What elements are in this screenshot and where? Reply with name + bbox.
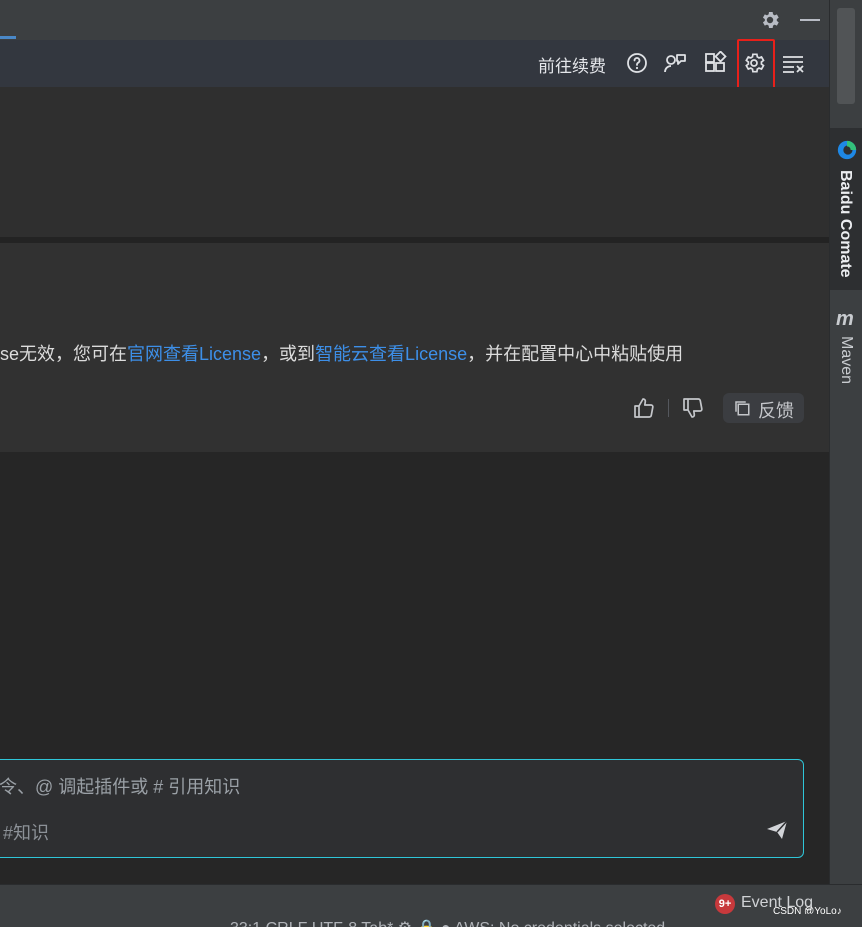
message-text-middle: ，或到: [261, 344, 316, 364]
active-tab-indicator: [0, 36, 16, 39]
feedback-separator: [668, 399, 669, 417]
status-bar: 33:1 CRLF UTF-8 Tab* ⚙ 🔒 ● AWS: No crede…: [0, 914, 862, 927]
right-tool-strip: Baidu Comate m Maven: [829, 0, 862, 884]
copy-feedback-icon: [733, 399, 751, 417]
title-bar: [0, 0, 829, 40]
highlight-box: [737, 39, 775, 89]
send-icon[interactable]: [765, 818, 789, 842]
comate-tab-label: Baidu Comate: [837, 170, 854, 278]
clear-list-icon[interactable]: [781, 52, 805, 76]
chat-input[interactable]: 令、@ 调起插件或 # 引用知识 #知识: [0, 759, 804, 858]
panel-gear-icon[interactable]: [759, 9, 781, 31]
message-text-before: se无效，您可在: [0, 344, 128, 364]
cloud-license-link[interactable]: 智能云查看License: [315, 344, 467, 364]
help-icon[interactable]: [625, 51, 649, 75]
feedback-label: 反馈: [758, 401, 794, 421]
maven-logo-icon: m: [836, 308, 854, 330]
maven-tab[interactable]: m Maven: [830, 300, 862, 400]
thumbs-up-icon[interactable]: [632, 396, 656, 420]
tool-window-bar: 9+ Event Log CSDN @YoLo♪: [0, 884, 862, 917]
feedback-button[interactable]: 反馈: [723, 393, 804, 423]
baidu-comate-tab[interactable]: Baidu Comate: [830, 128, 862, 290]
maven-tab-label: Maven: [838, 336, 855, 385]
input-placeholder-line1: 令、@ 调起插件或 # 引用知识: [0, 777, 241, 797]
minimize-icon[interactable]: [800, 19, 820, 21]
layout-icon[interactable]: [703, 51, 727, 75]
input-placeholder-line2: #知识: [3, 823, 50, 843]
thumbs-down-icon[interactable]: [681, 396, 705, 420]
message-text-after: ，并在配置中心中粘贴使用: [467, 344, 684, 364]
previous-message-panel: [0, 87, 829, 237]
chat-icon[interactable]: [663, 51, 687, 75]
status-bar-text: 33:1 CRLF UTF-8 Tab* ⚙ 🔒 ● AWS: No crede…: [230, 918, 665, 927]
comate-logo-icon: [836, 139, 858, 161]
event-count-badge: 9+: [715, 894, 735, 914]
blurred-tool-button[interactable]: [837, 8, 855, 104]
renew-link[interactable]: 前往续费: [538, 52, 606, 77]
license-message: se无效，您可在官网查看License，或到智能云查看License，并在配置中…: [0, 340, 683, 366]
official-site-license-link[interactable]: 官网查看License: [127, 344, 261, 364]
